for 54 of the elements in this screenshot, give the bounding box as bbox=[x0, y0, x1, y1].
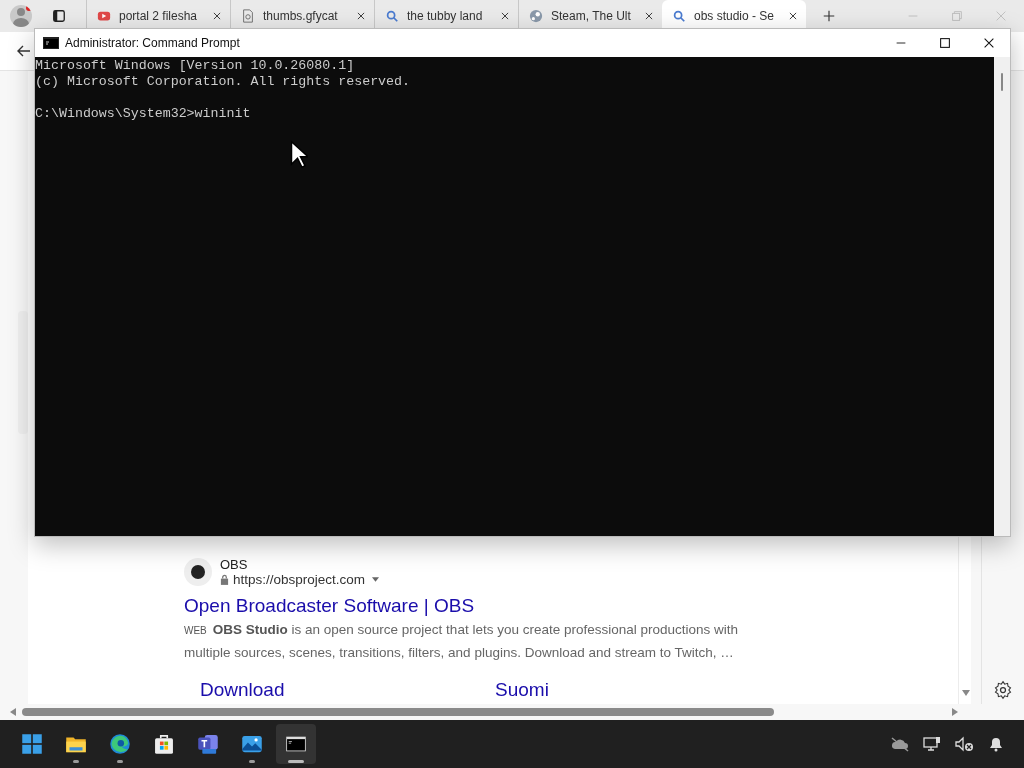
cloud-off-icon[interactable] bbox=[890, 736, 910, 752]
close-tab-icon bbox=[788, 11, 798, 21]
caret-icon[interactable] bbox=[372, 577, 380, 582]
page-icon bbox=[241, 9, 255, 23]
result-type-label: WEB bbox=[184, 625, 207, 636]
tab-title: portal 2 filesha bbox=[119, 9, 199, 23]
console-output-line: (c) Microsoft Corporation. All rights reserved. bbox=[35, 74, 412, 90]
tab-title: the tubby land bbox=[407, 9, 484, 23]
window-title: Administrator: Command Prompt bbox=[65, 36, 240, 50]
close-tab-icon bbox=[212, 11, 222, 21]
tab-title: thumbs.gfycat bbox=[263, 9, 339, 23]
tab-actions-icon[interactable] bbox=[52, 9, 66, 23]
running-indicator bbox=[73, 760, 79, 763]
lock-icon bbox=[220, 574, 229, 585]
volume-muted-icon[interactable] bbox=[954, 736, 974, 752]
console-scrollbar-thumb[interactable] bbox=[1001, 73, 1003, 91]
mouse-pointer-icon bbox=[290, 140, 308, 169]
sitelink[interactable]: Download bbox=[184, 678, 479, 696]
start-icon[interactable] bbox=[19, 731, 45, 757]
back-arrow-icon[interactable] bbox=[16, 43, 32, 59]
scroll-down-icon[interactable] bbox=[962, 690, 970, 696]
close-tab-icon bbox=[500, 11, 510, 21]
result-snippet-line: OBS Studio is an open source project that lets you create professional productions with bbox=[212, 622, 739, 637]
steam-logo-icon bbox=[529, 9, 543, 23]
search-icon bbox=[672, 9, 686, 23]
maximize-icon[interactable] bbox=[938, 36, 952, 50]
result-snippet-line: multiple sources, scenes, transitions, filters, and plugins. Download and stream to Twitch, … bbox=[184, 645, 734, 660]
horizontal-scrollbar-thumb[interactable] bbox=[22, 708, 774, 716]
result-title-link[interactable]: Open Broadcaster Software | OBS bbox=[184, 595, 475, 617]
sitelink[interactable]: Suomi bbox=[479, 678, 774, 696]
site-name: OBS bbox=[220, 557, 249, 572]
result-url[interactable]: https://obsproject.com bbox=[233, 572, 366, 587]
running-indicator bbox=[249, 760, 255, 763]
browser-icon[interactable] bbox=[107, 731, 133, 757]
close-icon[interactable] bbox=[982, 36, 996, 50]
running-indicator bbox=[117, 760, 123, 763]
running-indicator bbox=[288, 760, 304, 763]
new-tab-icon[interactable] bbox=[822, 9, 836, 23]
video-icon bbox=[97, 9, 111, 23]
settings-icon[interactable] bbox=[993, 680, 1013, 700]
taskbar-button[interactable] bbox=[276, 724, 316, 764]
network-icon[interactable] bbox=[922, 736, 942, 752]
command-input-line: C:\Windows\System32>wininit bbox=[35, 106, 252, 122]
search-icon bbox=[385, 9, 399, 23]
scroll-left-icon[interactable] bbox=[10, 708, 16, 716]
tab-title: obs studio - Se bbox=[694, 9, 776, 23]
command-prompt-icon bbox=[43, 37, 59, 49]
tab-title: Steam, The Ult bbox=[551, 9, 632, 23]
console-output-line: Microsoft Windows [Version 10.0.26080.1] bbox=[35, 58, 356, 74]
site-logo-icon bbox=[184, 558, 212, 586]
close-tab-icon bbox=[356, 11, 366, 21]
close-tab-icon bbox=[644, 11, 654, 21]
profile-icon[interactable] bbox=[10, 5, 32, 27]
scroll-right-icon[interactable] bbox=[952, 708, 958, 716]
